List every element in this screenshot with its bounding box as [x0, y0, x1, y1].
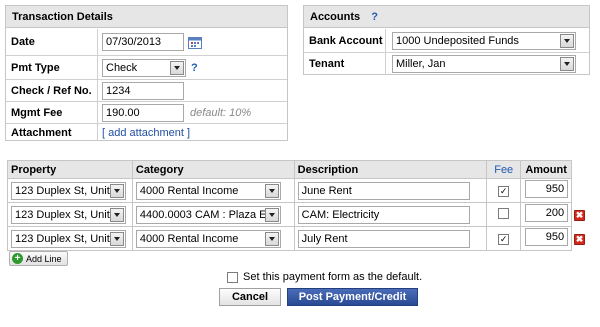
check-ref-label: Check / Ref No. [6, 80, 98, 101]
chevron-down-icon [110, 183, 124, 198]
accounts-help-icon[interactable]: ? [371, 11, 378, 23]
tenant-value: Miller, Jan [396, 58, 446, 70]
pmt-type-value: Check [106, 61, 138, 74]
mgmt-fee-input[interactable]: 190.00 [102, 103, 184, 122]
add-attachment-link[interactable]: [ add attachment ] [102, 127, 190, 139]
calendar-icon[interactable] [188, 36, 202, 49]
tenant-label: Tenant [304, 53, 386, 75]
amount-input[interactable]: 950 [525, 180, 569, 198]
description-input[interactable]: CAM: Electricity [297, 205, 470, 224]
accounts-panel: Accounts ? Bank Account 1000 Undeposited… [303, 5, 590, 75]
chevron-down-icon [264, 207, 279, 222]
pmt-type-row: Pmt Type Check ? [6, 56, 287, 80]
description-header: Description [293, 160, 488, 179]
default-form-label: Set this payment form as the default. [243, 271, 423, 283]
property-select[interactable]: 123 Duplex St, Unit [11, 229, 126, 248]
tenant-row: Tenant Miller, Jan [304, 53, 589, 75]
post-payment-button[interactable]: Post Payment/Credit [287, 288, 418, 306]
check-ref-row: Check / Ref No. 1234 [6, 80, 287, 102]
bank-account-value: 1000 Undeposited Funds [396, 34, 519, 47]
property-value: 123 Duplex St, Unit [15, 184, 110, 197]
cancel-button[interactable]: Cancel [219, 288, 281, 306]
category-select[interactable]: 4000 Rental Income [135, 181, 281, 200]
chevron-down-icon [560, 33, 574, 48]
chevron-down-icon [264, 183, 279, 198]
property-select[interactable]: 123 Duplex St, Unit [11, 181, 126, 200]
chevron-down-icon [170, 60, 184, 75]
category-select[interactable]: 4400.0003 CAM : Plaza Ele [135, 205, 281, 224]
check-ref-input[interactable]: 1234 [102, 81, 184, 100]
attachment-label: Attachment [6, 124, 98, 141]
description-input[interactable]: July Rent [297, 229, 470, 248]
date-row: Date 07/30/2013 [6, 29, 287, 56]
bank-account-select[interactable]: 1000 Undeposited Funds [392, 31, 576, 50]
chevron-down-icon [264, 231, 279, 246]
category-value: 4000 Rental Income [139, 184, 239, 197]
bank-account-row: Bank Account 1000 Undeposited Funds [304, 29, 589, 53]
pmt-type-help-icon[interactable]: ? [191, 62, 198, 74]
table-row: 123 Duplex St, Unit 4400.0003 CAM : Plaz… [7, 202, 590, 227]
fee-header[interactable]: Fee [486, 160, 522, 179]
transaction-details-panel: Transaction Details Date 07/30/2013 Pmt … [5, 5, 288, 141]
amount-input[interactable]: 950 [525, 228, 569, 246]
accounts-title: Accounts [310, 11, 361, 23]
plus-icon: + [12, 253, 23, 264]
amount-header: Amount [520, 160, 573, 179]
delete-header [571, 160, 590, 179]
chevron-down-icon [110, 231, 124, 246]
default-form-option: Set this payment form as the default. [227, 271, 422, 283]
property-value: 123 Duplex St, Unit [15, 232, 110, 245]
chevron-down-icon [110, 207, 124, 222]
date-label: Date [6, 29, 98, 55]
mgmt-fee-label: Mgmt Fee [6, 102, 98, 123]
add-line-button[interactable]: + Add Line [9, 251, 68, 266]
property-value: 123 Duplex St, Unit [15, 208, 110, 221]
add-line-label: Add Line [26, 253, 62, 264]
date-input[interactable]: 07/30/2013 [102, 33, 184, 51]
property-select[interactable]: 123 Duplex St, Unit [11, 205, 126, 224]
pmt-type-select[interactable]: Check [102, 58, 186, 77]
pmt-type-label: Pmt Type [6, 56, 98, 79]
delete-row-icon[interactable]: ✖ [574, 209, 586, 221]
property-header: Property [7, 160, 133, 179]
accounts-heading: Accounts ? [304, 6, 589, 28]
fee-checkbox[interactable]: ✓ [498, 185, 510, 197]
chevron-down-icon [560, 57, 574, 71]
amount-input[interactable]: 200 [525, 204, 569, 222]
line-items-table: Property Category Description Fee Amount… [7, 160, 590, 251]
bank-account-label: Bank Account [304, 29, 386, 52]
table-row: 123 Duplex St, Unit 4000 Rental Income J… [7, 226, 590, 251]
mgmt-fee-row: Mgmt Fee 190.00 default: 10% [6, 102, 287, 124]
table-row: 123 Duplex St, Unit 4000 Rental Income J… [7, 178, 590, 203]
category-value: 4400.0003 CAM : Plaza Ele [139, 208, 276, 221]
table-header-row: Property Category Description Fee Amount [7, 160, 590, 179]
transaction-details-heading: Transaction Details [6, 6, 287, 28]
description-input[interactable]: June Rent [297, 181, 470, 200]
default-form-checkbox[interactable] [227, 271, 238, 283]
category-value: 4000 Rental Income [139, 232, 239, 245]
fee-checkbox[interactable]: ✓ [498, 233, 510, 245]
mgmt-fee-hint: default: 10% [190, 106, 252, 119]
attachment-row: Attachment [ add attachment ] [6, 124, 287, 141]
delete-row-icon[interactable]: ✖ [574, 233, 586, 245]
category-select[interactable]: 4000 Rental Income [135, 229, 281, 248]
category-header: Category [131, 160, 295, 179]
tenant-select[interactable]: Miller, Jan [392, 55, 576, 73]
fee-checkbox[interactable] [498, 207, 510, 219]
